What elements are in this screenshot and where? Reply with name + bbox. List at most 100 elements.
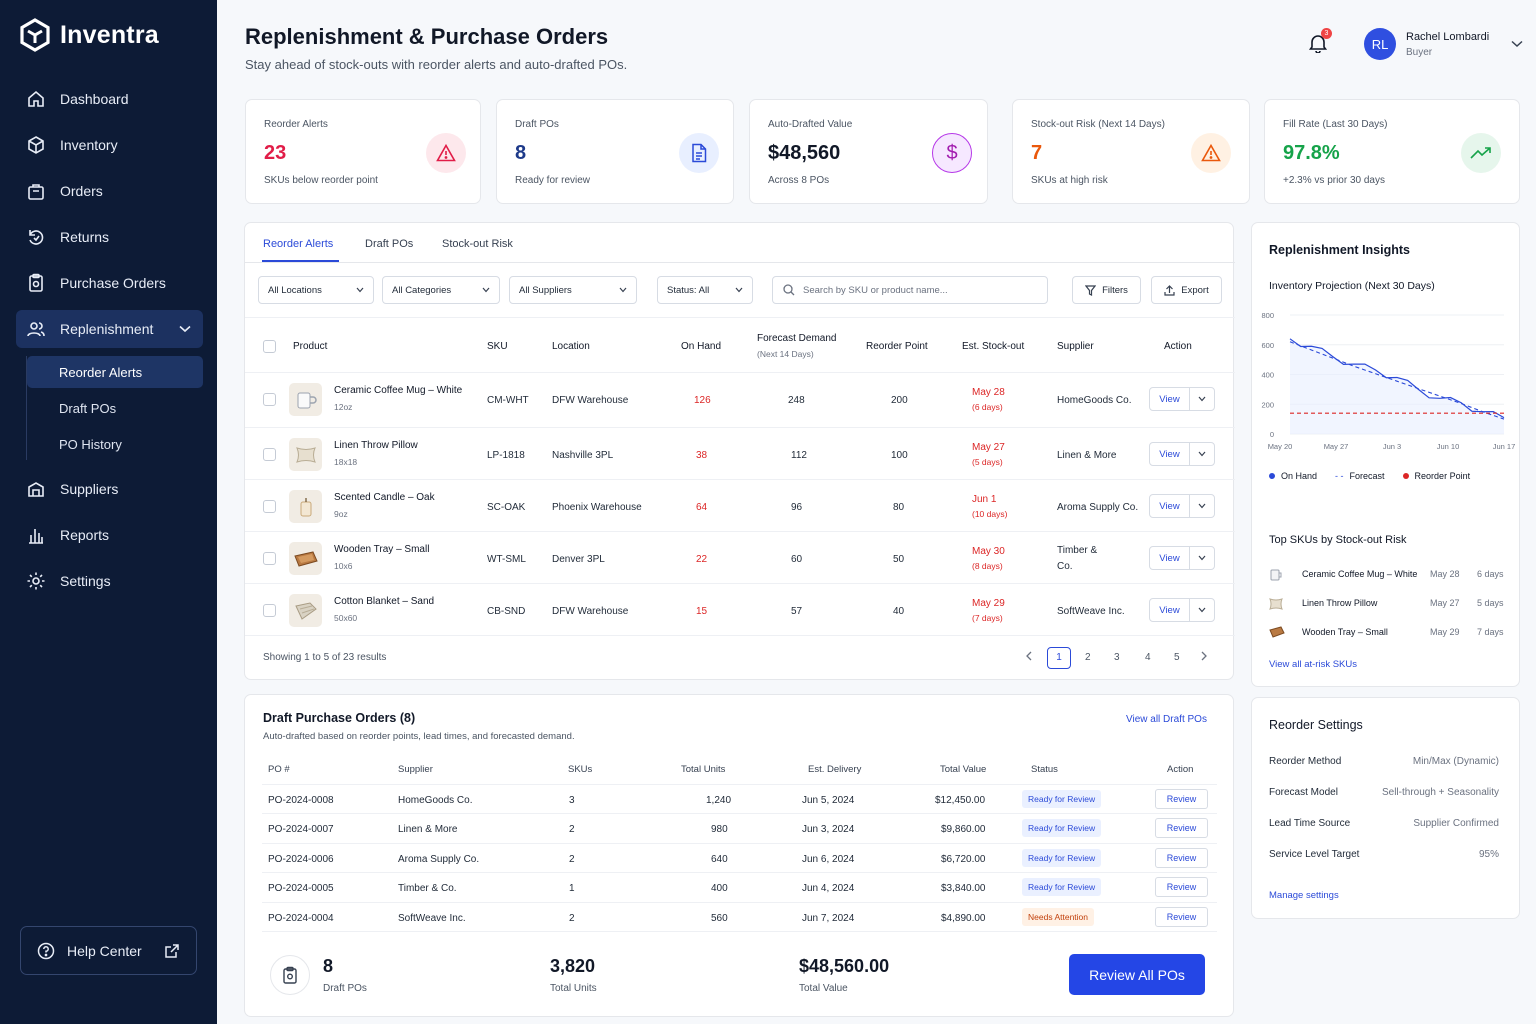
kpi-sub: SKUs at high risk [1031, 175, 1108, 186]
sidebar-item-settings[interactable]: Settings [16, 562, 203, 600]
review-button[interactable]: Review [1155, 907, 1208, 927]
sidebar-item-reports[interactable]: Reports [16, 516, 203, 554]
view-button[interactable]: View [1150, 495, 1190, 517]
legend-dot-reorder [1402, 473, 1409, 479]
filters-button[interactable]: Filters [1072, 276, 1141, 304]
review-button[interactable]: Review [1155, 789, 1208, 809]
replenishment-subnav: Reorder Alerts Draft POs PO History [26, 356, 203, 460]
kpi-sub: Across 8 POs [768, 175, 830, 186]
sidebar-subitem-po-history[interactable]: PO History [27, 428, 203, 460]
po-row[interactable]: PO-2024-0004 SoftWeave Inc. 2 560 Jun 7,… [262, 902, 1217, 931]
row-checkbox[interactable] [263, 552, 276, 565]
forecast-cell: 96 [791, 502, 803, 513]
row-menu-button[interactable] [1190, 495, 1214, 517]
supplier-cell: SoftWeave Inc. [1057, 606, 1125, 617]
prev-page-button[interactable] [1026, 651, 1032, 664]
po-row[interactable]: PO-2024-0007 Linen & More 2 980 Jun 3, 2… [262, 813, 1217, 842]
po-row[interactable]: PO-2024-0005 Timber & Co. 1 400 Jun 4, 2… [262, 872, 1217, 901]
sidebar-subitem-draft-pos[interactable]: Draft POs [27, 392, 203, 424]
sidebar-item-inventory[interactable]: Inventory [16, 126, 203, 164]
page-2-button[interactable]: 2 [1085, 652, 1091, 663]
col-header-product: Product [293, 341, 328, 352]
page-1-button[interactable]: 1 [1047, 647, 1071, 669]
risk-sku-item[interactable]: Ceramic Coffee Mug – White May 28 6 days [1269, 566, 1509, 586]
risk-sku-item[interactable]: Linen Throw Pillow May 27 5 days [1269, 595, 1509, 615]
po-supplier: Linen & More [398, 824, 458, 835]
product-variant: 9oz [334, 509, 348, 519]
tab-draft-pos[interactable]: Draft POs [365, 238, 413, 250]
table-row[interactable]: Wooden Tray – Small 10x6 WT-SML Denver 3… [245, 531, 1235, 583]
review-button[interactable]: Review [1155, 848, 1208, 868]
help-center-button[interactable]: Help Center [20, 926, 197, 975]
document-icon [679, 133, 719, 173]
sidebar-item-replenishment[interactable]: Replenishment [16, 310, 203, 348]
status-filter[interactable]: Status: All [657, 276, 753, 304]
page-4-button[interactable]: 4 [1145, 652, 1151, 663]
page-5-button[interactable]: 5 [1174, 652, 1180, 663]
view-all-at-risk-link[interactable]: View all at-risk SKUs [1269, 659, 1357, 670]
review-button[interactable]: Review [1155, 877, 1208, 897]
row-checkbox[interactable] [263, 393, 276, 406]
sku-cell: CB-SND [487, 606, 526, 617]
tab-stockout-risk[interactable]: Stock-out Risk [442, 238, 513, 250]
row-menu-button[interactable] [1190, 388, 1214, 410]
notifications-button[interactable]: 3 [1308, 28, 1332, 58]
po-row[interactable]: PO-2024-0006 Aroma Supply Co. 2 640 Jun … [262, 843, 1217, 872]
app-logo[interactable]: Inventra [20, 18, 159, 52]
kpi-card-stockout-risk[interactable]: Stock-out Risk (Next 14 Days) 7 SKUs at … [1012, 99, 1250, 204]
page-3-button[interactable]: 3 [1114, 652, 1120, 663]
po-row[interactable]: PO-2024-0008 HomeGoods Co. 3 1,240 Jun 5… [262, 784, 1217, 813]
tab-reorder-alerts[interactable]: Reorder Alerts [263, 238, 333, 250]
table-row[interactable]: Scented Candle – Oak 9oz SC-OAK Phoenix … [245, 479, 1235, 531]
row-menu-button[interactable] [1190, 547, 1214, 569]
manage-settings-link[interactable]: Manage settings [1269, 890, 1339, 901]
sidebar-subitem-reorder-alerts[interactable]: Reorder Alerts [27, 356, 203, 388]
search-input[interactable]: Search by SKU or product name... [772, 276, 1048, 304]
po-supplier: Aroma Supply Co. [398, 854, 480, 865]
row-menu-button[interactable] [1190, 443, 1214, 465]
sidebar-item-dashboard[interactable]: Dashboard [16, 80, 203, 118]
categories-filter[interactable]: All Categories [382, 276, 500, 304]
on-hand-cell: 126 [694, 395, 711, 406]
risk-sku-item[interactable]: Wooden Tray – Small May 29 7 days [1269, 624, 1509, 644]
row-checkbox[interactable] [263, 500, 276, 513]
col-header-delivery: Est. Delivery [808, 764, 862, 775]
on-hand-area [1290, 338, 1504, 434]
table-row[interactable]: Ceramic Coffee Mug – White 12oz CM-WHT D… [245, 372, 1235, 424]
next-page-button[interactable] [1201, 651, 1207, 664]
sidebar-item-purchase-orders[interactable]: Purchase Orders [16, 264, 203, 302]
view-button[interactable]: View [1150, 599, 1190, 621]
row-menu-button[interactable] [1190, 599, 1214, 621]
view-button[interactable]: View [1150, 547, 1190, 569]
kpi-card-auto-drafted-value[interactable]: Auto-Drafted Value $48,560 Across 8 POs … [749, 99, 988, 204]
sidebar-item-returns[interactable]: Returns [16, 218, 203, 256]
table-row[interactable]: Linen Throw Pillow 18x18 LP-1818 Nashvil… [245, 427, 1235, 479]
on-hand-cell: 22 [696, 554, 708, 565]
stockout-days: (10 days) [972, 509, 1008, 519]
view-all-draft-pos-link[interactable]: View all Draft POs [1126, 714, 1207, 725]
chevron-down-icon [1198, 607, 1206, 613]
row-checkbox[interactable] [263, 604, 276, 617]
kpi-card-draft-pos[interactable]: Draft POs 8 Ready for review [496, 99, 734, 204]
view-button[interactable]: View [1150, 443, 1190, 465]
user-menu[interactable]: RL Rachel Lombardi Buyer [1364, 28, 1523, 60]
locations-filter[interactable]: All Locations [258, 276, 374, 304]
sidebar-item-suppliers[interactable]: Suppliers [16, 470, 203, 508]
export-button[interactable]: Export [1151, 276, 1222, 304]
row-action-group: View [1149, 494, 1215, 518]
review-all-pos-button[interactable]: Review All POs [1069, 954, 1205, 995]
kpi-value: $48,560 [768, 142, 841, 164]
y-tick-label: 600 [1261, 341, 1274, 350]
review-button[interactable]: Review [1155, 818, 1208, 838]
reorder-point-cell: 40 [893, 606, 905, 617]
table-row[interactable]: Cotton Blanket – Sand 50x60 CB-SND DFW W… [245, 583, 1235, 635]
stockout-date: Jun 1 [972, 494, 997, 505]
kpi-card-reorder-alerts[interactable]: Reorder Alerts 23 SKUs below reorder poi… [245, 99, 481, 204]
suppliers-filter[interactable]: All Suppliers [509, 276, 637, 304]
kpi-card-fill-rate[interactable]: Fill Rate (Last 30 Days) 97.8% +2.3% vs … [1264, 99, 1520, 204]
row-checkbox[interactable] [263, 448, 276, 461]
select-all-checkbox[interactable] [263, 340, 276, 353]
supplier-icon [28, 482, 44, 497]
sidebar-item-orders[interactable]: Orders [16, 172, 203, 210]
view-button[interactable]: View [1150, 388, 1190, 410]
